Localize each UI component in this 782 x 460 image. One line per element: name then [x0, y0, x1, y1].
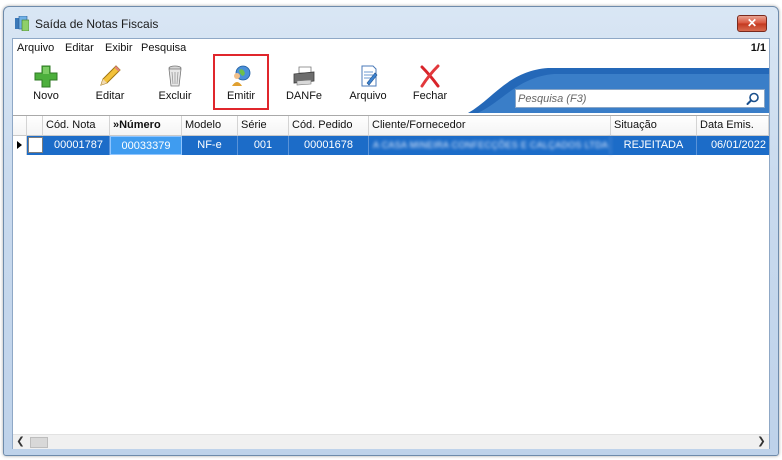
search-input[interactable] [518, 91, 738, 106]
header-numero[interactable]: »Número [110, 116, 182, 136]
novo-label: Novo [33, 90, 59, 102]
title-bar[interactable]: Saída de Notas Fiscais ✕ [4, 7, 778, 37]
header-data-emis[interactable]: Data Emis. [697, 116, 769, 136]
menu-editar[interactable]: Editar [65, 42, 94, 54]
document-edit-icon [361, 65, 378, 87]
printer-icon [293, 66, 315, 86]
trash-icon [168, 65, 182, 87]
scroll-thumb[interactable] [30, 437, 48, 448]
cell-situacao[interactable]: REJEITADA [611, 136, 697, 155]
pencil-icon [100, 65, 121, 86]
app-window: Saída de Notas Fiscais ✕ Arquivo Editar … [3, 6, 779, 456]
row-checkbox[interactable] [28, 137, 43, 153]
arquivo-label: Arquivo [349, 90, 387, 102]
page-counter: 1/1 [750, 42, 766, 54]
excluir-button[interactable]: Excluir [147, 61, 203, 107]
app-icon [15, 16, 29, 31]
danfe-button[interactable]: DANFe [279, 61, 329, 107]
toolbar: Novo Editar Excluir Emitir DANFe Arquivo… [13, 59, 769, 113]
header-cod-pedido[interactable]: Cód. Pedido [289, 116, 369, 136]
menu-bar: Arquivo Editar Exibir Pesquisa 1/1 [13, 39, 769, 59]
danfe-label: DANFe [285, 90, 323, 102]
header-indicator [13, 116, 27, 136]
editar-button[interactable]: Editar [85, 61, 135, 107]
horizontal-scrollbar[interactable]: ❮ ❯ [13, 434, 769, 449]
search-box [515, 89, 765, 108]
emitir-highlight-box [213, 54, 269, 110]
notas-grid: Cód. Nota »Número Modelo Série Cód. Pedi… [13, 115, 769, 432]
cell-cod-nota[interactable]: 00001787 [43, 136, 110, 155]
fechar-button[interactable]: Fechar [405, 61, 455, 107]
red-x-icon [420, 64, 440, 88]
current-row-arrow-icon [17, 141, 22, 149]
header-modelo[interactable]: Modelo [182, 116, 238, 136]
cell-data-emis[interactable]: 06/01/2022 [697, 136, 769, 155]
fechar-label: Fechar [412, 90, 448, 102]
menu-arquivo[interactable]: Arquivo [17, 42, 54, 54]
header-cliente[interactable]: Cliente/Fornecedor [369, 116, 611, 136]
header-situacao[interactable]: Situação [611, 116, 697, 136]
plus-icon [34, 65, 58, 88]
cell-cliente[interactable]: A CASA MINEIRA CONFECÇÕES E CALÇADOS LTD… [369, 136, 611, 155]
menu-exibir[interactable]: Exibir [105, 42, 133, 54]
editar-label: Editar [95, 90, 125, 102]
close-button[interactable]: ✕ [737, 15, 767, 32]
header-checkbox [27, 116, 43, 136]
novo-button[interactable]: Novo [21, 61, 71, 107]
menu-pesquisa[interactable]: Pesquisa [141, 42, 186, 54]
scroll-right-icon[interactable]: ❯ [754, 435, 769, 450]
cell-serie[interactable]: 001 [238, 136, 289, 155]
excluir-label: Excluir [158, 90, 192, 102]
cell-cod-pedido[interactable]: 00001678 [289, 136, 369, 155]
scroll-left-icon[interactable]: ❮ [13, 435, 28, 450]
header-serie[interactable]: Série [238, 116, 289, 136]
row-indicator [13, 136, 27, 155]
cell-modelo[interactable]: NF-e [182, 136, 238, 155]
content-area: Arquivo Editar Exibir Pesquisa 1/1 Novo [12, 38, 770, 449]
header-cod-nota[interactable]: Cód. Nota [43, 116, 110, 136]
search-icon[interactable] [746, 92, 760, 106]
cell-numero[interactable]: 00033379 [110, 136, 182, 155]
window-title: Saída de Notas Fiscais [35, 17, 159, 31]
arquivo-button[interactable]: Arquivo [341, 61, 395, 107]
